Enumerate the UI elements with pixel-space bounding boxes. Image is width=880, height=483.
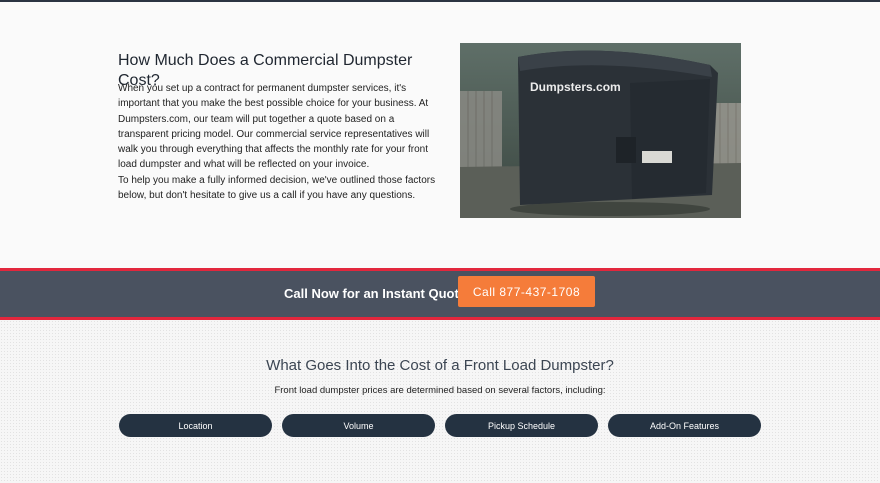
factors-title: What Goes Into the Cost of a Front Load … xyxy=(266,357,614,374)
cta-band: Call Now for an Instant Quote Call 877-4… xyxy=(0,268,880,320)
intro-paragraph-1: When you set up a contract for permanent… xyxy=(118,83,430,171)
call-now-button[interactable]: Call 877-437-1708 xyxy=(458,276,595,307)
intro-body: When you set up a contract for permanent… xyxy=(118,81,436,203)
factor-pill-pickup-schedule[interactable]: Pickup Schedule xyxy=(445,414,598,437)
factors-subtitle: Front load dumpster prices are determine… xyxy=(274,385,606,396)
factor-pill-add-on-features[interactable]: Add-On Features xyxy=(608,414,761,437)
factor-pill-location[interactable]: Location xyxy=(119,414,272,437)
intro-section: How Much Does a Commercial Dumpster Cost… xyxy=(0,2,880,268)
factor-pill-volume[interactable]: Volume xyxy=(282,414,435,437)
dumpster-illustration: Dumpsters.com xyxy=(460,43,741,218)
cta-text: Call Now for an Instant Quote xyxy=(284,286,467,301)
factors-section: What Goes Into the Cost of a Front Load … xyxy=(0,320,880,483)
photo-brand-text: Dumpsters.com xyxy=(530,80,621,94)
intro-paragraph-2: To help you make a fully informed decisi… xyxy=(118,174,436,202)
dumpster-photo: Dumpsters.com xyxy=(460,43,741,218)
